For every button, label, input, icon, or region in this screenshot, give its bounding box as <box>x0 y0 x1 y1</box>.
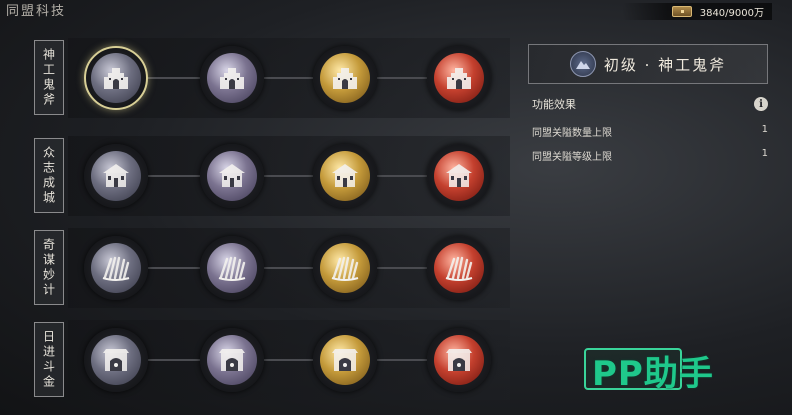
effect-row: 同盟关隘数量上限 1 <box>532 124 768 139</box>
mountain-icon <box>569 51 596 77</box>
tech-row: 奇谋妙计 <box>32 228 512 308</box>
gate-icon <box>434 335 484 385</box>
tier-connector <box>264 267 313 269</box>
info-icon[interactable]: i <box>754 97 768 111</box>
tier-connector <box>148 77 200 79</box>
scrolls-icon <box>434 243 484 293</box>
tech-node-tier4[interactable] <box>427 236 491 300</box>
row-label[interactable]: 众志成城 <box>34 138 64 213</box>
tier-connector <box>377 267 427 269</box>
detail-panel: 初级 · 神工鬼斧 功能效果 i 同盟关隘数量上限 1 同盟关隘等级上限 1 <box>520 40 778 250</box>
panel-title: 初级 · 神工鬼斧 <box>603 55 727 74</box>
row-label[interactable]: 神工鬼斧 <box>34 40 64 115</box>
watermark: PP助手 <box>584 348 713 397</box>
tech-node-tier2[interactable] <box>200 236 264 300</box>
effect-value: 1 <box>761 148 768 159</box>
row-label-text: 日进斗金 <box>41 329 56 390</box>
gate-icon <box>207 335 257 385</box>
tech-node-tier4[interactable] <box>427 328 491 392</box>
scrolls-icon <box>91 243 141 293</box>
tech-node-tier4[interactable] <box>427 144 491 208</box>
tech-row: 众志成城 <box>32 136 512 216</box>
gate-icon <box>91 335 141 385</box>
tier-connector <box>377 359 427 361</box>
tech-node-tier1[interactable] <box>84 46 148 110</box>
page-title: 同盟科技 <box>6 4 67 19</box>
fortress-icon <box>207 53 257 103</box>
tier-connector <box>377 77 427 79</box>
tech-node-tier3[interactable] <box>313 46 377 110</box>
tech-node-tier3[interactable] <box>313 144 377 208</box>
treasure-chest-icon <box>671 6 692 17</box>
palace-icon <box>207 151 257 201</box>
tier-connector <box>148 359 200 361</box>
fortress-icon <box>91 53 141 103</box>
row-label[interactable]: 奇谋妙计 <box>34 230 64 305</box>
row-label[interactable]: 日进斗金 <box>34 322 64 397</box>
tier-connector <box>264 359 313 361</box>
panel-title-bar: 初级 · 神工鬼斧 <box>528 44 768 84</box>
effect-row: 同盟关隘等级上限 1 <box>532 148 768 163</box>
tier-connector <box>377 175 427 177</box>
row-label-text: 众志成城 <box>41 145 56 206</box>
tech-node-tier3[interactable] <box>313 328 377 392</box>
scrolls-icon <box>320 243 370 293</box>
tech-node-tier1[interactable] <box>84 328 148 392</box>
effect-name: 同盟关隘数量上限 <box>532 128 612 139</box>
currency-display: 3840/9000万 <box>622 3 772 20</box>
effect-name: 同盟关隘等级上限 <box>532 152 612 163</box>
tech-row: 神工鬼斧 <box>32 38 512 118</box>
tech-node-tier2[interactable] <box>200 328 264 392</box>
tech-node-tier1[interactable] <box>84 144 148 208</box>
gate-icon <box>320 335 370 385</box>
tier-connector <box>148 267 200 269</box>
palace-icon <box>91 151 141 201</box>
palace-icon <box>434 151 484 201</box>
tech-node-tier4[interactable] <box>427 46 491 110</box>
effect-value: 1 <box>761 124 768 135</box>
fortress-icon <box>320 53 370 103</box>
tech-node-tier3[interactable] <box>313 236 377 300</box>
tier-connector <box>264 77 313 79</box>
tech-row: 日进斗金 <box>32 320 512 400</box>
effect-header-label: 功能效果 <box>532 98 576 111</box>
tech-node-tier2[interactable] <box>200 144 264 208</box>
tech-node-tier1[interactable] <box>84 236 148 300</box>
tier-connector <box>148 175 200 177</box>
currency-value: 3840/9000万 <box>699 8 764 19</box>
tech-node-tier2[interactable] <box>200 46 264 110</box>
row-label-text: 神工鬼斧 <box>41 47 56 108</box>
row-label-text: 奇谋妙计 <box>41 237 56 298</box>
tier-connector <box>264 175 313 177</box>
palace-icon <box>320 151 370 201</box>
scrolls-icon <box>207 243 257 293</box>
fortress-icon <box>434 53 484 103</box>
effect-header: 功能效果 i <box>532 96 768 112</box>
watermark-text: PP助手 <box>592 354 714 394</box>
